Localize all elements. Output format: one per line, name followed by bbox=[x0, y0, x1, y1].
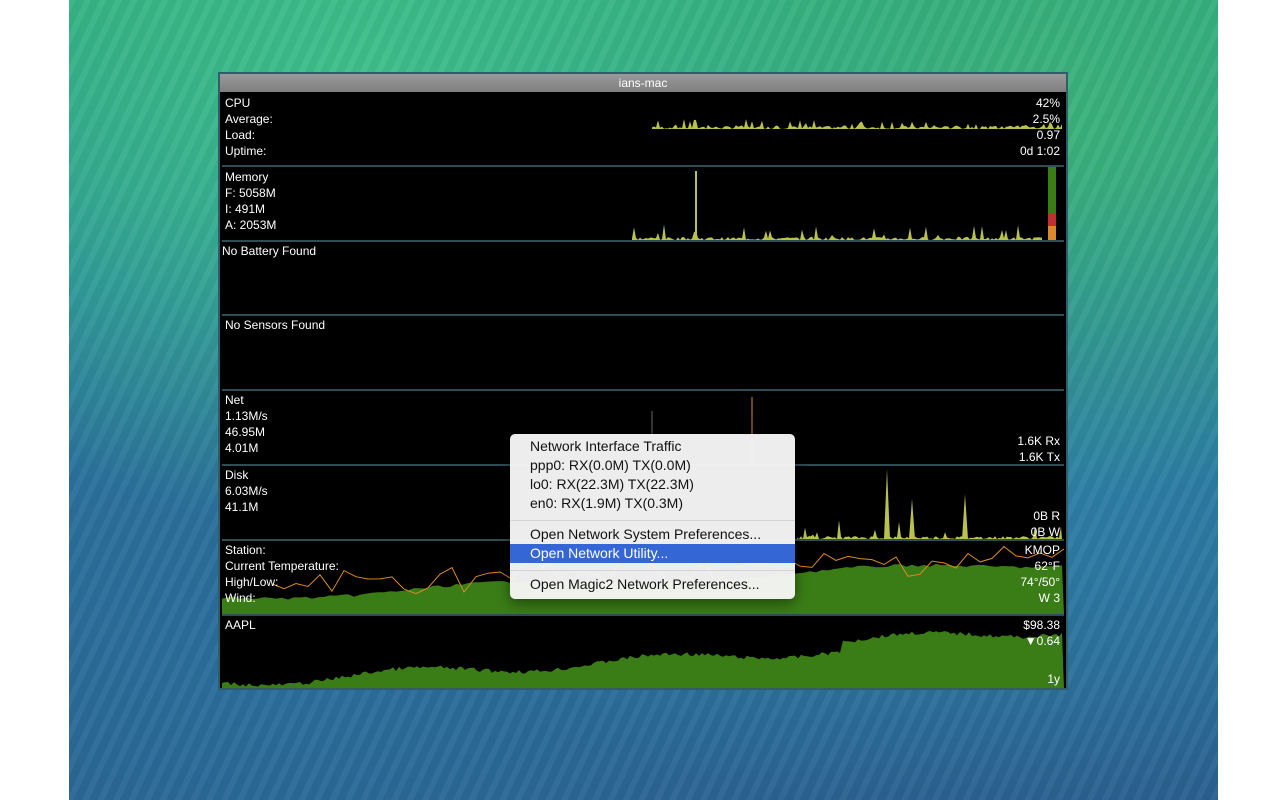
weather-temp: 62°F bbox=[1034, 559, 1060, 573]
disk-rate: 6.03M/s bbox=[225, 484, 268, 498]
disk-read: 0B R bbox=[1033, 509, 1060, 523]
memory-active: A: 2053M bbox=[225, 218, 277, 232]
memory-panel[interactable]: Memory F: 5058M I: 491M A: 2053M bbox=[222, 167, 1064, 242]
net-other: 4.01M bbox=[225, 441, 259, 455]
sensors-status: No Sensors Found bbox=[225, 318, 326, 332]
menu-header-network-traffic: Network Interface Traffic bbox=[530, 438, 682, 454]
cpu-load-label: Load: bbox=[225, 128, 256, 142]
menu-separator bbox=[510, 570, 795, 571]
cpu-uptime-label: Uptime: bbox=[225, 144, 267, 158]
memory-bar-red bbox=[1048, 214, 1056, 226]
weather-highlow: 74°/50° bbox=[1020, 575, 1060, 589]
weather-wind: W 3 bbox=[1038, 591, 1060, 605]
network-context-menu[interactable]: Network Interface Traffic ppp0: RX(0.0M)… bbox=[510, 434, 795, 599]
cpu-percent: 42% bbox=[1035, 96, 1060, 110]
memory-free: F: 5058M bbox=[225, 186, 276, 200]
stock-symbol: AAPL bbox=[225, 618, 256, 632]
net-tx: 1.6K Tx bbox=[1018, 450, 1060, 464]
stock-price: $98.38 bbox=[1023, 618, 1060, 632]
cpu-panel[interactable]: CPU Average: Load: Uptime: 42% 2.5% 0.97… bbox=[222, 93, 1064, 167]
net-rate: 1.13M/s bbox=[225, 409, 268, 423]
stock-range: 1y bbox=[1047, 672, 1060, 686]
memory-bar-orange bbox=[1048, 226, 1056, 240]
menu-item-open-magic2-network-preferences[interactable]: Open Magic2 Network Preferences... bbox=[510, 575, 795, 594]
weather-station-label: Station: bbox=[225, 543, 266, 557]
menu-item-interface-ppp0: ppp0: RX(0.0M) TX(0.0M) bbox=[530, 457, 691, 473]
weather-wind-label: Wind: bbox=[225, 591, 256, 605]
cpu-average-label: Average: bbox=[225, 112, 273, 126]
memory-pressure-area bbox=[632, 224, 1042, 240]
weather-station: KMOP bbox=[1024, 543, 1060, 557]
cpu-label: CPU bbox=[225, 96, 251, 110]
weather-highlow-label: High/Low: bbox=[225, 575, 279, 589]
stock-graph bbox=[222, 631, 1064, 688]
menu-item-open-network-system-preferences[interactable]: Open Network System Preferences... bbox=[510, 525, 795, 544]
memory-label: Memory bbox=[225, 170, 269, 184]
menu-item-interface-lo0: lo0: RX(22.3M) TX(22.3M) bbox=[530, 476, 694, 492]
menu-item-interface-en0: en0: RX(1.9M) TX(0.3M) bbox=[530, 495, 684, 511]
disk-activity-area bbox=[797, 520, 1062, 539]
disk-spike bbox=[909, 499, 915, 539]
net-rx: 1.6K Rx bbox=[1017, 434, 1060, 448]
memory-inactive: I: 491M bbox=[225, 202, 266, 216]
disk-spike bbox=[884, 469, 890, 539]
battery-panel[interactable]: No Battery Found bbox=[222, 242, 1064, 316]
disk-spike bbox=[962, 494, 968, 539]
cpu-load-value: 0.97 bbox=[1036, 128, 1060, 142]
cpu-average-value: 2.5% bbox=[1032, 112, 1060, 126]
stock-panel[interactable]: AAPL $98.38 ▼0.64 1y bbox=[222, 616, 1064, 688]
cpu-usage-area bbox=[652, 119, 1062, 129]
disk-label: Disk bbox=[225, 468, 249, 482]
weather-temp-label: Current Temperature: bbox=[225, 559, 339, 573]
disk-write: 0B W bbox=[1030, 525, 1060, 539]
net-label: Net bbox=[225, 393, 244, 407]
cpu-uptime-value: 0d 1:02 bbox=[1019, 144, 1060, 158]
battery-status: No Battery Found bbox=[222, 244, 317, 258]
menu-item-open-network-utility[interactable]: Open Network Utility... bbox=[510, 544, 795, 563]
net-total: 46.95M bbox=[225, 425, 266, 439]
disk-total: 41.1M bbox=[225, 500, 259, 514]
memory-graph bbox=[632, 167, 1056, 240]
stock-change: ▼0.64 bbox=[1024, 634, 1060, 648]
cpu-graph bbox=[652, 119, 1062, 129]
stock-price-area bbox=[222, 631, 1064, 688]
window-title[interactable]: ians-mac bbox=[220, 74, 1066, 92]
menu-separator bbox=[510, 520, 795, 521]
sensors-panel[interactable]: No Sensors Found bbox=[222, 316, 1064, 391]
